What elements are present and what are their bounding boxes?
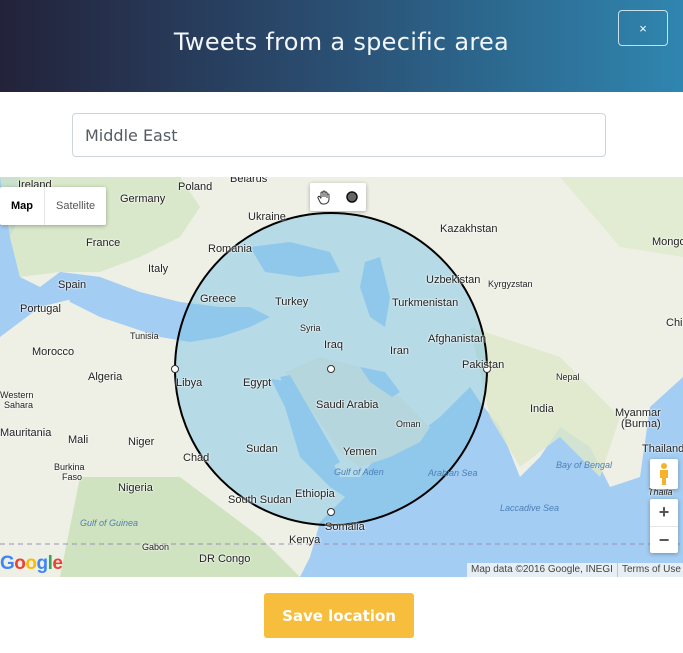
circle-icon[interactable]: [338, 183, 366, 211]
map-label-mali: Mali: [68, 434, 89, 446]
zoom-control: + −: [650, 499, 678, 553]
map-label-algeria: Algeria: [88, 371, 123, 383]
map-label-poland: Poland: [178, 181, 213, 193]
terms-of-use-link[interactable]: Terms of Use: [618, 563, 683, 577]
map-label-yemen: Yemen: [343, 446, 377, 458]
map-label-kazakhstan: Kazakhstan: [440, 223, 498, 235]
map-label-iraq: Iraq: [324, 339, 343, 351]
drawing-toolbar: [310, 183, 366, 211]
map-label-laccadive-sea: Laccadive Sea: [500, 503, 560, 513]
map-label-morocco: Morocco: [32, 346, 75, 358]
map-label-france: France: [86, 237, 121, 249]
map-label-gabon: Gabon: [142, 542, 170, 552]
map-label-portugal: Portugal: [20, 303, 61, 315]
map-label-bay-of-bengal: Bay of Bengal: [556, 460, 613, 470]
circle-west-handle: [171, 365, 179, 373]
map-label-nigeria: Nigeria: [118, 482, 153, 494]
google-logo: Google: [0, 553, 63, 574]
map-label-italy: Italy: [148, 263, 169, 275]
circle-center-handle: [327, 365, 335, 373]
map-label-arabian-sea: Arabian Sea: [428, 468, 478, 478]
save-location-button[interactable]: Save location: [264, 593, 414, 638]
map-attribution: Map data ©2016 Google, INEGI: [467, 563, 617, 577]
circle-south-handle: [327, 508, 335, 516]
hand-icon[interactable]: [310, 183, 338, 211]
map-label-egypt: Egypt: [243, 377, 272, 389]
map-label-afghanistan: Afghanistan: [428, 333, 487, 345]
map-label-germany: Germany: [120, 193, 166, 205]
map-label-uzbekistan: Uzbekistan: [426, 274, 481, 286]
map-label-greece: Greece: [200, 293, 237, 305]
map-type-map-button[interactable]: Map: [0, 187, 45, 225]
location-search-input[interactable]: [72, 113, 606, 157]
street-view-pegman-icon[interactable]: [650, 459, 678, 489]
map-type-control: Map Satellite: [0, 187, 107, 225]
zoom-out-button[interactable]: −: [650, 526, 678, 553]
map-label-niger: Niger: [128, 436, 155, 448]
map-label-gulf-of-aden: Gulf of Aden: [334, 467, 384, 477]
map-label-syria: Syria: [300, 323, 321, 333]
map-label-nepal: Nepal: [556, 372, 580, 382]
map-label-mongolia: Mongo: [652, 236, 683, 248]
modal-header: Tweets from a specific area ×: [0, 0, 683, 92]
map-label-turkmenistan: Turkmenistan: [392, 297, 459, 309]
map-type-satellite-button[interactable]: Satellite: [45, 187, 106, 225]
close-button[interactable]: ×: [618, 10, 668, 46]
map-label-iran: Iran: [390, 345, 409, 357]
map-label-ukraine: Ukraine: [248, 211, 286, 223]
map-label-chad: Chad: [183, 452, 210, 464]
map-label-somalia: Somalia: [325, 521, 365, 533]
map-label-pakistan: Pakistan: [462, 359, 505, 371]
map-label-western-sahara-2: Sahara: [4, 400, 34, 410]
map-label-sudan: Sudan: [246, 443, 278, 455]
map-label-oman: Oman: [396, 419, 421, 429]
zoom-in-button[interactable]: +: [650, 499, 678, 526]
map-label-burkina-2: Faso: [62, 472, 83, 482]
map-label-burkina-1: Burkina: [54, 462, 85, 472]
map-label-myanmar-2: (Burma): [621, 418, 661, 430]
map-label-india: India: [530, 403, 554, 415]
map-label-spain: Spain: [58, 279, 87, 291]
modal-title: Tweets from a specific area: [173, 28, 510, 56]
map-label-turkey: Turkey: [275, 296, 309, 308]
map-canvas[interactable]: Ireland Belarus Poland Germany Ukraine K…: [0, 177, 683, 577]
map-label-dr-congo: DR Congo: [199, 553, 251, 565]
map-label-kenya: Kenya: [289, 534, 321, 546]
map-label-ethiopia: Ethiopia: [295, 488, 335, 500]
map-label-romania: Romania: [208, 243, 253, 255]
map-label-mauritania: Mauritania: [0, 427, 52, 439]
map-label-tunisia: Tunisia: [130, 331, 159, 341]
map-label-saudi-arabia: Saudi Arabia: [316, 399, 379, 411]
map-label-south-sudan: South Sudan: [228, 494, 292, 506]
map-label-gulf-of-guinea: Gulf of Guinea: [80, 518, 139, 528]
map-label-thailand: Thailand: [642, 443, 683, 455]
map-label-china: Chin: [666, 317, 683, 329]
map-label-kyrgyzstan: Kyrgyzstan: [488, 279, 533, 289]
map-label-libya: Libya: [176, 377, 203, 389]
map-label-western-sahara-1: Western: [0, 390, 34, 400]
map-label-belarus: Belarus: [230, 177, 268, 185]
close-icon: ×: [639, 20, 647, 36]
